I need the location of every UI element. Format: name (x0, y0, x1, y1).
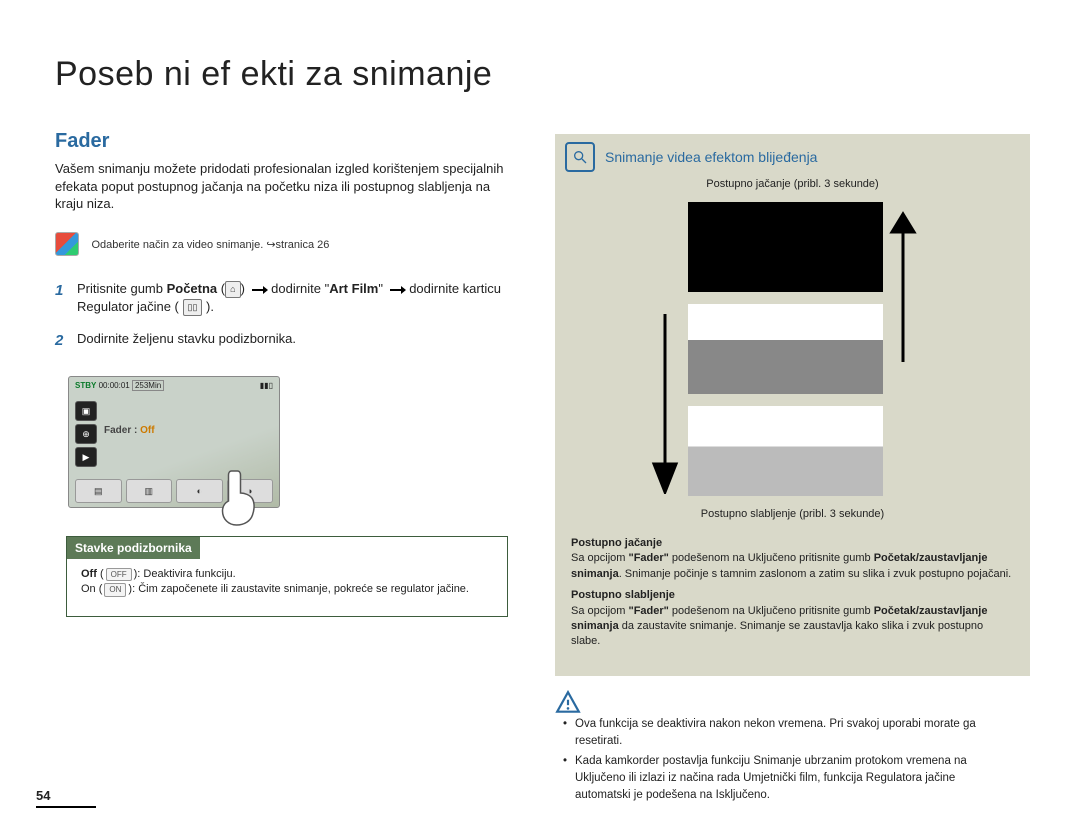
lcd-remaining: 253Min (132, 380, 164, 391)
fadeout-text: Sa opcijom "Fader" podešenom na Uključen… (571, 604, 1014, 650)
step-2: 2 Dodirnite željenu stavku podizbornika. (55, 330, 515, 351)
arrow-icon (390, 289, 403, 291)
battery-icon: ▮▮▯ (260, 381, 273, 390)
info-body: Postupno jačanje Sa opcijom "Fader" pode… (555, 524, 1030, 656)
submenu-box: Stavke podizbornika Off (OFF): Deaktivir… (66, 536, 508, 617)
diagram-bottom-label: Postupno slabljenje (pribl. 3 sekunde) (555, 504, 1030, 524)
submenu-heading: Stavke podizbornika (67, 537, 200, 559)
step-number: 2 (55, 330, 77, 351)
note-2: Kada kamkorder postavlja funkciju Sniman… (575, 753, 1010, 803)
lcd-stby: STBY (75, 381, 96, 390)
magnifier-icon (565, 142, 595, 172)
frame-black (688, 202, 883, 292)
lcd-fader-label: Fader : Off (104, 425, 155, 436)
fade-out-arrow-icon (648, 314, 682, 494)
lcd-side-tiles: ▣ ⊕ ▶ (75, 401, 97, 470)
lcd-button-fadein-icon: ◐ (176, 479, 223, 503)
lcd-screenshot: STBY 00:00:01 253Min ▮▮▯ ▣ ⊕ ▶ Fader : O… (68, 376, 280, 508)
warning-icon (555, 690, 581, 716)
fade-diagram (638, 194, 948, 504)
lcd-time: 00:00:01 (99, 381, 130, 390)
lcd-button-on-icon: ▥ (126, 479, 173, 503)
note-1: Ova funkcija se deaktivira nakon nekon v… (575, 716, 1010, 749)
step-2-text: Dodirnite željenu stavku podizbornika. (77, 330, 515, 351)
lcd-tile-zoom-icon: ⊕ (75, 424, 97, 444)
step-number: 1 (55, 280, 77, 316)
steps-list: 1 Pritisnite gumb Početna (⌂) dodirnite … (55, 280, 515, 365)
step-1-text: Pritisnite gumb Početna (⌂) dodirnite "A… (77, 280, 515, 316)
home-icon: ⌂ (225, 281, 240, 298)
section-heading: Fader (55, 130, 109, 153)
info-title: Snimanje videa efektom blijeđenja (605, 149, 817, 165)
frame-light (688, 406, 883, 496)
intro-paragraph: Vašem snimanju možete pridodati profesio… (55, 160, 515, 213)
fade-in-arrow-icon (886, 202, 920, 362)
off-icon: OFF (106, 568, 132, 581)
fadein-text: Sa opcijom "Fader" podešenom na Uključen… (571, 551, 1014, 582)
volume-tab-icon: ▯▯ (183, 299, 203, 316)
lcd-tile-camera-icon: ▣ (75, 401, 97, 421)
step-1: 1 Pritisnite gumb Početna (⌂) dodirnite … (55, 280, 515, 316)
mode-icon (55, 232, 79, 256)
mode-note-text: Odaberite način za video snimanje. ↪stra… (91, 238, 329, 251)
on-icon: ON (104, 583, 126, 596)
info-panel: Snimanje videa efektom blijeđenja Postup… (555, 134, 1030, 676)
page-number-rule (36, 806, 96, 808)
frame-mid (688, 304, 883, 394)
mode-note: Odaberite način za video snimanje. ↪stra… (55, 232, 515, 256)
lcd-tile-play-icon: ▶ (75, 447, 97, 467)
touch-finger-icon (217, 467, 262, 527)
fadeout-heading: Postupno slabljenje (571, 588, 1014, 603)
lcd-button-off-icon: ▤ (75, 479, 122, 503)
submenu-body: Off (OFF): Deaktivira funkciju. On (ON):… (67, 559, 507, 606)
footnotes: Ova funkcija se deaktivira nakon nekon v… (555, 690, 1035, 807)
arrow-icon (252, 289, 265, 291)
page-title: Poseb ni ef ekti za snimanje (55, 55, 492, 94)
page-number: 54 (36, 788, 50, 803)
diagram-top-label: Postupno jačanje (pribl. 3 sekunde) (555, 174, 1030, 194)
fadein-heading: Postupno jačanje (571, 536, 1014, 551)
